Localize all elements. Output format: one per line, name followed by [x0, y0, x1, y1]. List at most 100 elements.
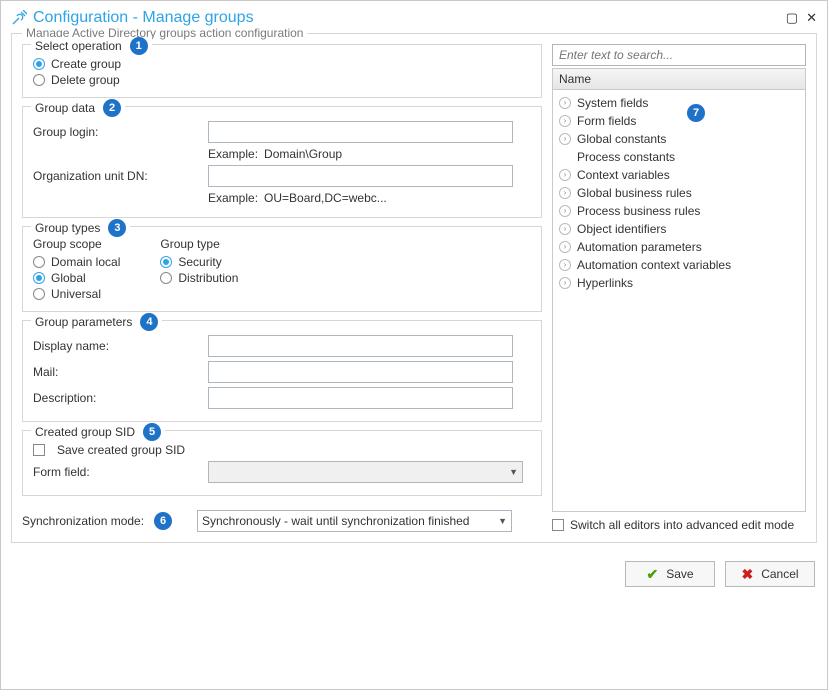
expand-icon: ›	[559, 169, 571, 181]
expand-icon	[559, 151, 571, 163]
badge-2: 2	[103, 99, 121, 117]
tree-item[interactable]: › Global business rules	[555, 184, 803, 202]
mail-label: Mail:	[33, 365, 208, 379]
tree-item-label: Global business rules	[577, 186, 692, 200]
expand-icon: ›	[559, 133, 571, 145]
checkbox-icon	[33, 444, 45, 456]
radio-security-label: Security	[178, 255, 221, 269]
mail-input[interactable]	[208, 361, 513, 383]
radio-icon	[33, 74, 45, 86]
close-icon[interactable]: ✕	[806, 10, 817, 26]
tree-item-label: Process constants	[577, 150, 675, 164]
search-input[interactable]	[552, 44, 806, 66]
radio-delete-group[interactable]: Delete group	[33, 73, 531, 87]
created-sid-group: Created group SID5 Save created group SI…	[22, 430, 542, 496]
tree-item[interactable]: › Context variables	[555, 166, 803, 184]
tree-item-label: Process business rules	[577, 204, 700, 218]
tree-item[interactable]: ›Form fields	[555, 112, 803, 130]
badge-7: 7	[687, 104, 705, 122]
tree-item[interactable]: › Global constants	[555, 130, 803, 148]
radio-icon	[160, 256, 172, 268]
save-label: Save	[666, 567, 693, 581]
sync-value: Synchronously - wait until synchronizati…	[202, 514, 469, 528]
save-sid-label: Save created group SID	[57, 443, 185, 457]
tree-item[interactable]: › Automation parameters	[555, 238, 803, 256]
radio-icon	[160, 272, 172, 284]
tree-item-label: Automation parameters	[577, 240, 702, 254]
expand-icon: ›	[559, 277, 571, 289]
ou-example: OU=Board,DC=webc...	[264, 191, 387, 205]
group-parameters-group: Group parameters4 Display name: Mail: De…	[22, 320, 542, 422]
cancel-label: Cancel	[761, 567, 798, 581]
expand-icon: ›	[559, 115, 571, 127]
tree-item[interactable]: › Hyperlinks	[555, 274, 803, 292]
tree-item-label: Hyperlinks	[577, 276, 633, 290]
sync-select[interactable]: Synchronously - wait until synchronizati…	[197, 510, 512, 532]
footer: ✔Save ✖Cancel	[1, 553, 827, 595]
group-data-group: Group data2 Group login: Example:Domain\…	[22, 106, 542, 218]
maximize-icon[interactable]: ▢	[786, 10, 798, 26]
checkbox-icon	[552, 519, 564, 531]
tree-item[interactable]: Process constants	[555, 148, 803, 166]
tools-icon	[11, 10, 27, 26]
tree-item[interactable]: ›System fields	[555, 94, 803, 112]
radio-global-label: Global	[51, 271, 86, 285]
chevron-down-icon: ▼	[498, 516, 507, 526]
expand-icon: ›	[559, 223, 571, 235]
cancel-button[interactable]: ✖Cancel	[725, 561, 815, 587]
name-column-header[interactable]: Name	[552, 68, 806, 90]
tree-item-label: Object identifiers	[577, 222, 666, 236]
expand-icon: ›	[559, 241, 571, 253]
form-field-label: Form field:	[33, 465, 208, 479]
select-operation-legend: Select operation	[35, 39, 122, 53]
radio-domain-local[interactable]: Domain local	[33, 255, 120, 269]
radio-icon	[33, 58, 45, 70]
chevron-down-icon: ▼	[509, 467, 518, 477]
example-label: Example:	[208, 147, 258, 161]
display-name-input[interactable]	[208, 335, 513, 357]
radio-universal-label: Universal	[51, 287, 101, 301]
badge-6: 6	[154, 512, 172, 530]
group-login-input[interactable]	[208, 121, 513, 143]
login-example: Domain\Group	[264, 147, 342, 161]
radio-distribution-label: Distribution	[178, 271, 238, 285]
radio-create-label: Create group	[51, 57, 121, 71]
badge-4: 4	[140, 313, 158, 331]
tree-item[interactable]: › Object identifiers	[555, 220, 803, 238]
description-input[interactable]	[208, 387, 513, 409]
select-operation-group: Select operation1 Create group Delete gr…	[22, 44, 542, 98]
badge-5: 5	[143, 423, 161, 441]
group-data-legend: Group data	[35, 101, 95, 115]
window-title: Configuration - Manage groups	[33, 9, 254, 27]
save-sid-checkbox[interactable]: Save created group SID	[33, 443, 531, 457]
tree-item[interactable]: › Process business rules	[555, 202, 803, 220]
radio-global[interactable]: Global	[33, 271, 120, 285]
tree-item-label: Context variables	[577, 168, 670, 182]
form-field-select[interactable]: ▼	[208, 461, 523, 483]
example-label: Example:	[208, 191, 258, 205]
group-scope-label: Group scope	[33, 237, 120, 251]
group-parameters-legend: Group parameters	[35, 315, 132, 329]
created-sid-legend: Created group SID	[35, 425, 135, 439]
expand-icon: ›	[559, 205, 571, 217]
radio-icon	[33, 256, 45, 268]
radio-distribution[interactable]: Distribution	[160, 271, 238, 285]
outer-group: Manage Active Directory groups action co…	[11, 33, 817, 543]
radio-create-group[interactable]: Create group	[33, 57, 531, 71]
tree-item-label: Global constants	[577, 132, 666, 146]
ou-label: Organization unit DN:	[33, 169, 208, 183]
radio-universal[interactable]: Universal	[33, 287, 120, 301]
tree-item-label: Automation context variables	[577, 258, 731, 272]
radio-security[interactable]: Security	[160, 255, 238, 269]
advanced-checkbox[interactable]: Switch all editors into advanced edit mo…	[552, 518, 806, 532]
sync-row: Synchronization mode: 6 Synchronously - w…	[22, 510, 542, 532]
description-label: Description:	[33, 391, 208, 405]
ou-input[interactable]	[208, 165, 513, 187]
group-types-legend: Group types	[35, 221, 100, 235]
save-button[interactable]: ✔Save	[625, 561, 715, 587]
radio-delete-label: Delete group	[51, 73, 120, 87]
expand-icon: ›	[559, 187, 571, 199]
tree-item[interactable]: ›Automation context variables	[555, 256, 803, 274]
sync-label: Synchronization mode:	[22, 514, 144, 528]
badge-1: 1	[130, 37, 148, 55]
